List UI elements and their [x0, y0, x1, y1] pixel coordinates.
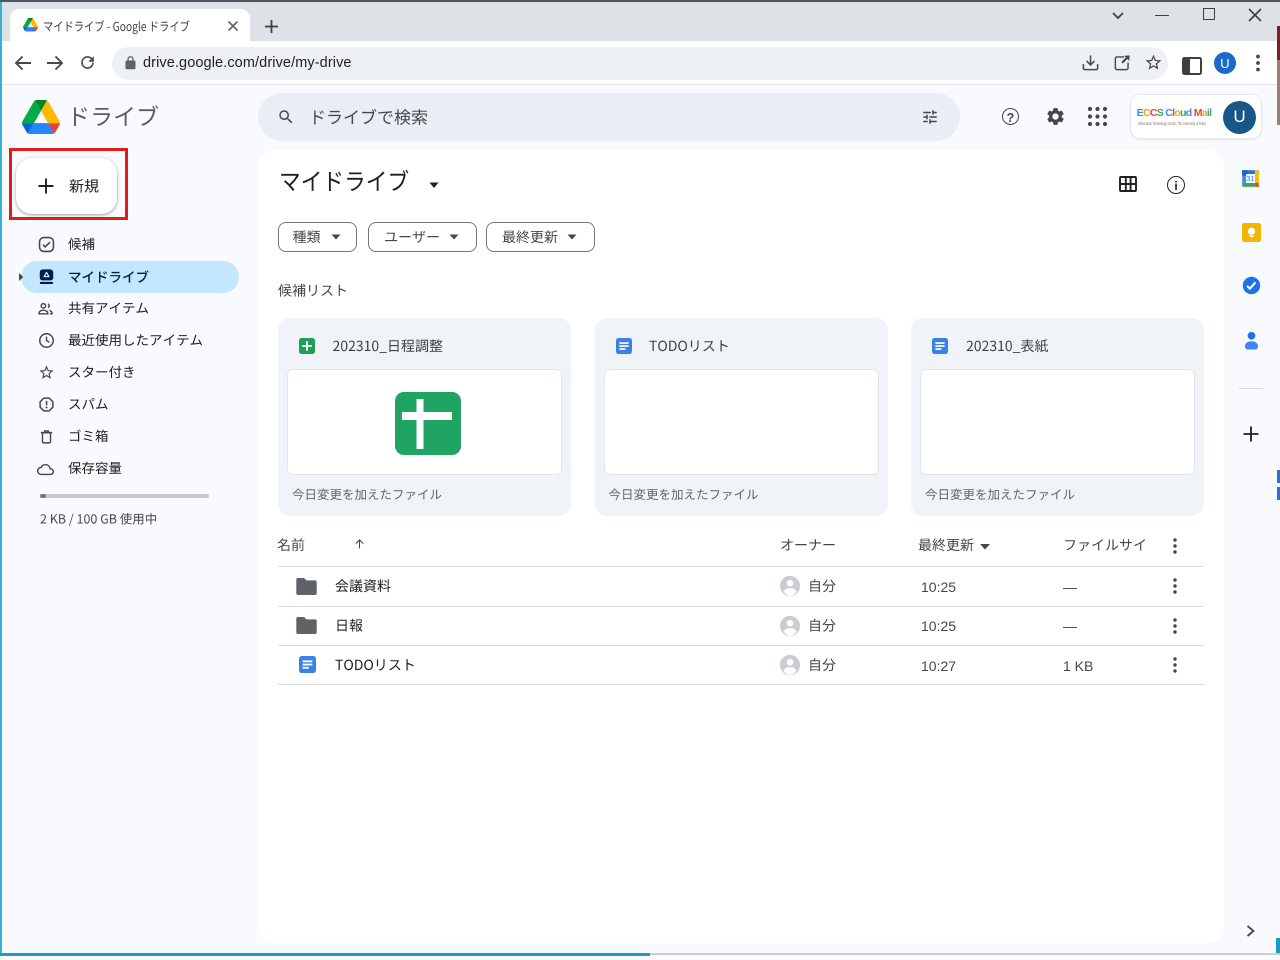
svg-text:31: 31 [1247, 175, 1255, 183]
